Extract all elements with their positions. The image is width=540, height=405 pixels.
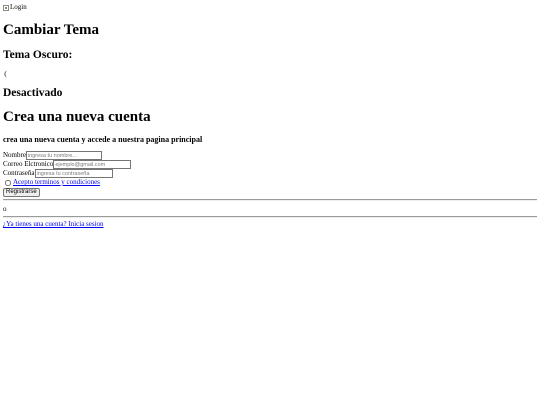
- login-prompt-row: ¿Ya tienes una cuenta? Inicia sesion: [3, 220, 537, 229]
- signup-title: Crea una nueva cuenta: [3, 109, 151, 125]
- terms-row: Acepto terminos y condiciones: [3, 178, 537, 187]
- register-button[interactable]: Registrarse: [3, 187, 40, 197]
- password-label: Contraseña: [3, 169, 35, 177]
- name-row: Nombre: [3, 151, 537, 160]
- email-row: Correo Elctronico: [3, 160, 537, 169]
- theme-title: Cambiar Tema: [3, 22, 99, 38]
- signup-subtitle: crea una nueva cuenta y accede a nuestra…: [3, 135, 203, 144]
- page: Login Cambiar Tema Tema Oscuro: Desactiv…: [0, 0, 540, 405]
- dark-theme-label: Tema Oscuro:: [3, 49, 73, 61]
- terms-link[interactable]: Acepto terminos y condiciones: [13, 178, 100, 187]
- login-logo-image: Login: [3, 3, 537, 12]
- divider-bottom: [3, 216, 537, 218]
- or-separator: o: [3, 205, 7, 213]
- terms-checkbox[interactable]: [5, 179, 11, 186]
- email-input[interactable]: [53, 160, 132, 169]
- submit-row: Registrarse: [3, 187, 537, 197]
- name-input[interactable]: [25, 151, 102, 160]
- divider-top: [3, 199, 537, 201]
- password-row: Contraseña: [3, 169, 537, 178]
- password-input[interactable]: [34, 169, 113, 178]
- dark-theme-status: Desactivado: [3, 87, 63, 99]
- signup-form: Nombre Correo Elctronico Contraseña Acep…: [3, 151, 537, 197]
- login-logo-alt-text: Login: [10, 3, 27, 11]
- email-label: Correo Elctronico: [3, 160, 54, 168]
- login-link[interactable]: ¿Ya tienes una cuenta? Inicia sesion: [3, 220, 104, 228]
- broken-image-icon: [3, 4, 9, 11]
- moon-icon[interactable]: [3, 70, 11, 78]
- name-label: Nombre: [3, 151, 26, 159]
